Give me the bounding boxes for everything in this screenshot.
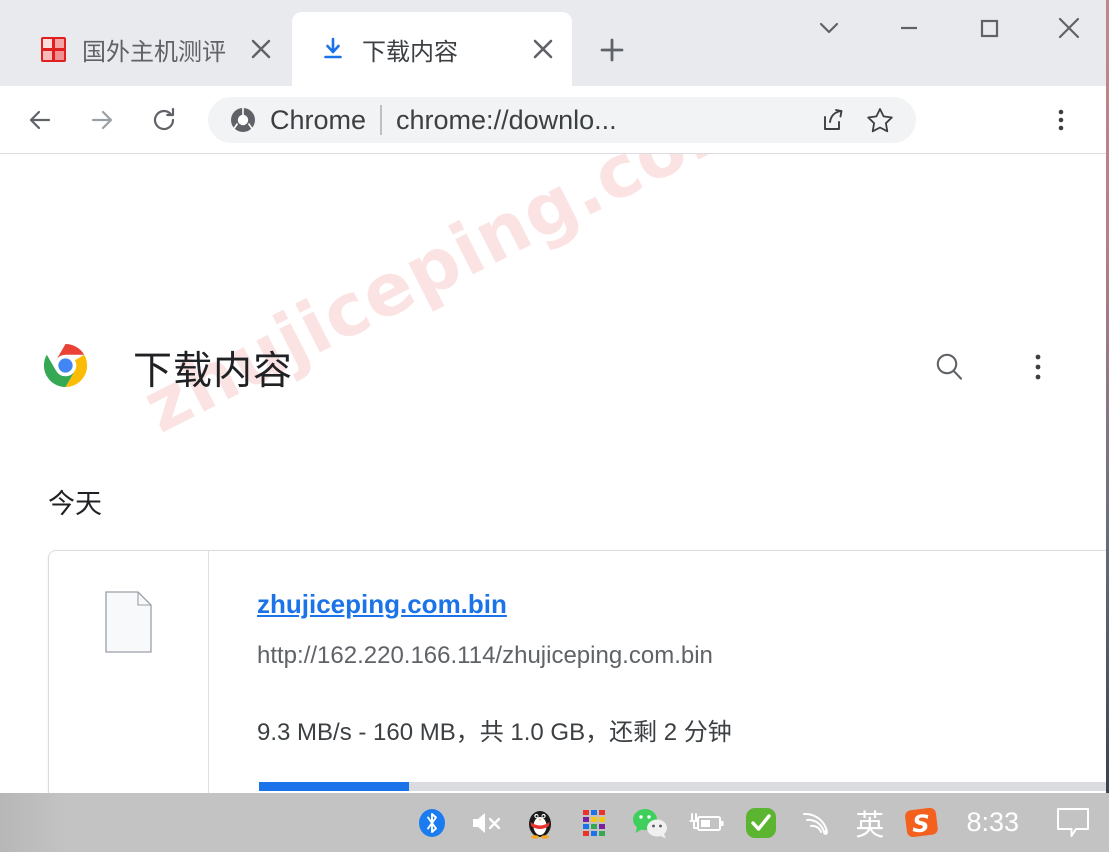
close-icon xyxy=(1058,17,1080,39)
date-group-label: 今天 xyxy=(48,489,102,519)
wechat-icon[interactable] xyxy=(621,793,679,852)
security-check-icon[interactable] xyxy=(733,793,789,852)
forward-button[interactable] xyxy=(80,98,124,142)
ime-language-indicator[interactable]: 英 xyxy=(843,793,896,852)
battery-charging-icon[interactable] xyxy=(679,793,733,852)
svg-text:S: S xyxy=(913,810,930,838)
back-button[interactable] xyxy=(18,98,62,142)
forward-arrow-icon xyxy=(91,110,113,130)
tab-title: 国外主机测评 xyxy=(82,38,226,66)
tab-title: 下载内容 xyxy=(362,38,458,66)
windows-taskbar: 英 S 8:33 xyxy=(0,793,1109,852)
search-icon[interactable] xyxy=(926,344,972,390)
share-icon xyxy=(824,109,843,130)
download-item-card[interactable]: zhujiceping.com.bin http://162.220.166.1… xyxy=(48,550,1109,793)
volume-muted-icon[interactable] xyxy=(459,793,513,852)
download-progress-fill xyxy=(259,782,409,791)
address-bar[interactable]: Chrome chrome://downlo... xyxy=(208,97,916,143)
bookmark-star-button[interactable] xyxy=(858,98,902,142)
minimize-icon xyxy=(901,26,917,30)
star-icon xyxy=(867,108,893,133)
back-arrow-icon xyxy=(29,110,51,130)
downloads-menu-button[interactable] xyxy=(1016,344,1060,390)
color-grid-icon[interactable] xyxy=(567,793,621,852)
downloads-page: zhujiceping.com 下载内容 今天 zhujiceping.com.… xyxy=(0,154,1109,793)
download-details: zhujiceping.com.bin http://162.220.166.1… xyxy=(209,551,1109,793)
download-status-text: 9.3 MB/s - 160 MB，共 1.0 GB，还剩 2 分钟 xyxy=(257,719,732,746)
chevron-down-icon xyxy=(819,22,839,34)
bluetooth-icon[interactable] xyxy=(405,793,459,852)
omnibox-url-text[interactable]: chrome://downlo... xyxy=(396,105,810,136)
browser-window: 国外主机测评 下载内容 Chrome chrome://downlo... zh… xyxy=(0,0,1109,793)
download-progress-bar xyxy=(259,782,1109,791)
page-title: 下载内容 xyxy=(133,350,294,393)
chrome-shield-icon xyxy=(228,105,258,135)
notification-icon[interactable] xyxy=(1037,793,1109,852)
three-dot-menu-icon xyxy=(1035,354,1041,380)
tab-close-button[interactable] xyxy=(240,28,282,70)
browser-tab-active[interactable]: 下载内容 xyxy=(292,12,572,86)
window-controls xyxy=(789,0,1109,86)
file-icon xyxy=(105,591,152,653)
download-icon xyxy=(320,36,346,62)
download-source-url: http://162.220.166.114/zhujiceping.com.b… xyxy=(257,642,713,669)
omnibox-divider xyxy=(380,105,383,135)
tab-close-button[interactable] xyxy=(522,28,564,70)
tab-search-button[interactable] xyxy=(789,0,869,56)
tab-strip: 国外主机测评 下载内容 xyxy=(0,0,1109,86)
omnibox-chrome-label: Chrome xyxy=(270,104,367,135)
qq-penguin-icon[interactable] xyxy=(513,793,567,852)
browser-menu-button[interactable] xyxy=(1039,98,1083,142)
browser-tab-inactive[interactable]: 国外主机测评 xyxy=(12,12,290,86)
share-button[interactable] xyxy=(810,98,854,142)
minimize-window-button[interactable] xyxy=(869,0,949,56)
maximize-icon xyxy=(980,19,999,38)
chrome-logo-icon xyxy=(42,342,89,389)
plus-icon xyxy=(600,38,624,62)
taskbar-clock[interactable]: 8:33 xyxy=(948,793,1037,852)
sogou-ime-icon[interactable]: S xyxy=(896,793,948,852)
red-site-favicon-icon xyxy=(40,36,66,62)
wifi-icon[interactable] xyxy=(789,793,843,852)
close-window-button[interactable] xyxy=(1029,0,1109,56)
new-tab-button[interactable] xyxy=(588,28,636,72)
reload-button[interactable] xyxy=(142,98,186,142)
maximize-window-button[interactable] xyxy=(949,0,1029,56)
three-dot-menu-icon xyxy=(1058,109,1064,131)
watermark-text: zhujiceping.com xyxy=(130,154,769,449)
browser-toolbar: Chrome chrome://downlo... xyxy=(0,86,1109,154)
reload-icon xyxy=(153,107,175,131)
download-file-icon-column xyxy=(49,551,209,793)
download-file-name-link[interactable]: zhujiceping.com.bin xyxy=(257,589,507,620)
